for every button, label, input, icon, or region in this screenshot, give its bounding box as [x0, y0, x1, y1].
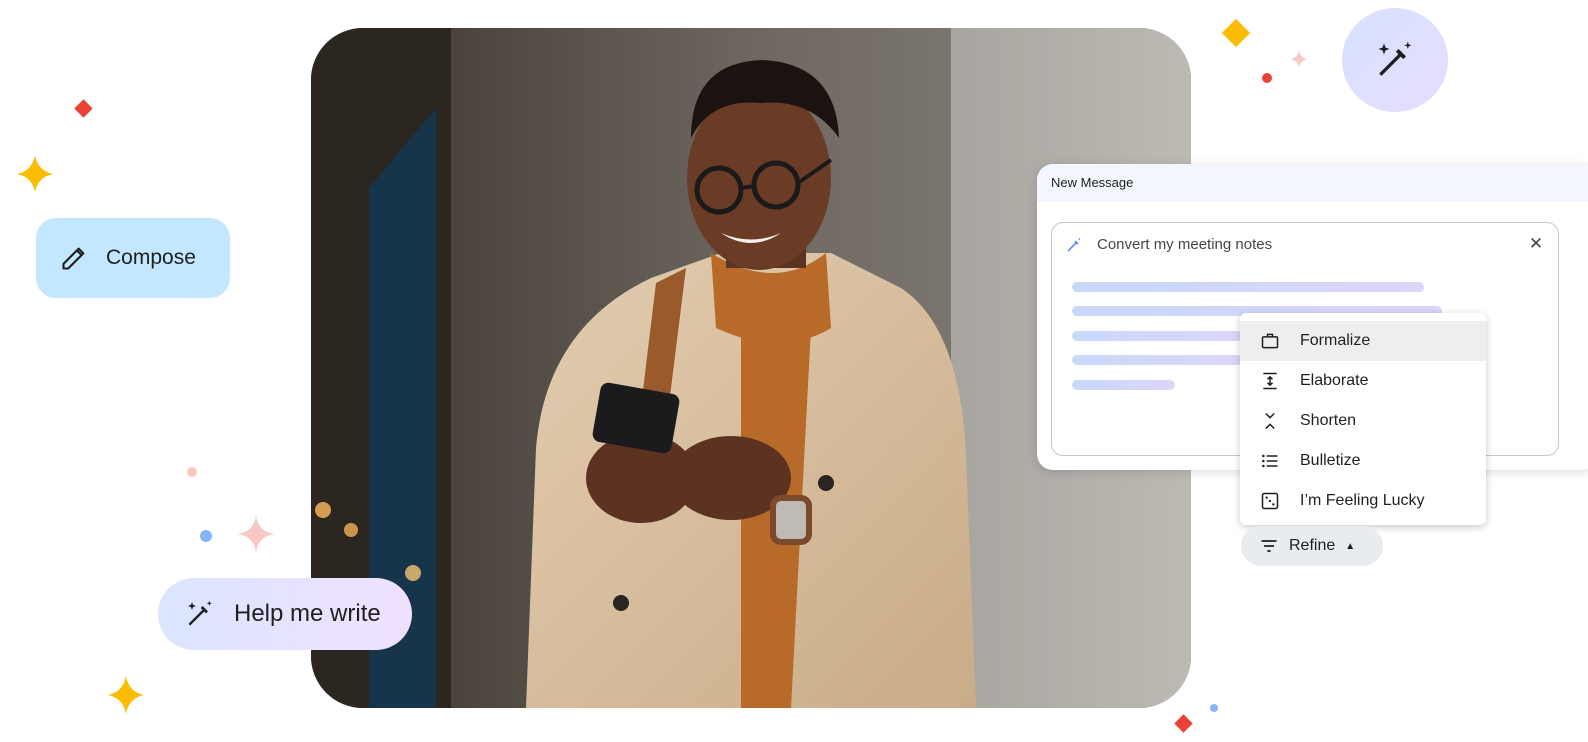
- new-message-title: New Message: [1037, 164, 1588, 202]
- pink-sparkle-icon: [237, 515, 275, 553]
- refine-button[interactable]: Refine ▲: [1241, 526, 1383, 566]
- refine-label: Refine: [1289, 537, 1336, 554]
- help-me-write-button[interactable]: Help me write: [158, 578, 412, 650]
- text-placeholder-line: [1072, 355, 1242, 365]
- prompt-text: Convert my meeting notes: [1097, 236, 1273, 253]
- blue-dot-icon: [200, 530, 212, 542]
- menu-item-label: I’m Feeling Lucky: [1300, 492, 1425, 509]
- menu-item-elaborate[interactable]: Elaborate: [1240, 361, 1486, 401]
- collapse-vertical-icon: [1260, 411, 1280, 431]
- red-diamond-icon: [74, 99, 93, 118]
- text-placeholder-line: [1072, 380, 1175, 390]
- compose-button[interactable]: Compose: [36, 218, 230, 298]
- yellow-sparkle-icon: [108, 676, 144, 714]
- briefcase-icon: [1260, 331, 1280, 351]
- magic-wand-icon: [1373, 38, 1417, 82]
- filter-lines-icon: [1259, 536, 1279, 556]
- pink-dot-icon: [187, 467, 197, 477]
- close-button[interactable]: ✕: [1526, 234, 1546, 254]
- red-diamond-icon: [1174, 714, 1193, 733]
- text-placeholder-line: [1072, 331, 1242, 341]
- magic-wand-badge: [1342, 8, 1448, 112]
- text-placeholder-line: [1072, 282, 1424, 292]
- pencil-icon: [60, 244, 88, 272]
- menu-item-label: Shorten: [1300, 412, 1357, 429]
- menu-item-formalize[interactable]: Formalize: [1240, 321, 1486, 361]
- refine-menu: Formalize Elaborate Shorten Bulletize I’…: [1240, 313, 1486, 525]
- dice-icon: [1260, 491, 1280, 511]
- menu-item-shorten[interactable]: Shorten: [1240, 401, 1486, 441]
- menu-item-label: Bulletize: [1300, 452, 1361, 469]
- caret-up-icon: ▲: [1345, 540, 1356, 552]
- red-dot-icon: [1262, 73, 1272, 83]
- menu-item-bulletize[interactable]: Bulletize: [1240, 441, 1486, 481]
- pink-sparkle-icon: [1290, 50, 1308, 68]
- magic-wand-icon: [184, 598, 216, 630]
- menu-item-feeling-lucky[interactable]: I’m Feeling Lucky: [1240, 481, 1486, 521]
- help-me-write-label: Help me write: [234, 600, 381, 627]
- menu-item-label: Elaborate: [1300, 372, 1369, 389]
- compose-label: Compose: [106, 246, 196, 269]
- blue-dot-icon: [1210, 704, 1218, 712]
- yellow-diamond-icon: [1221, 18, 1251, 48]
- bulleted-list-icon: [1260, 451, 1280, 471]
- menu-item-label: Formalize: [1300, 332, 1371, 349]
- yellow-sparkle-icon: [17, 155, 53, 192]
- magic-wand-icon: [1065, 236, 1083, 254]
- expand-vertical-icon: [1260, 371, 1280, 391]
